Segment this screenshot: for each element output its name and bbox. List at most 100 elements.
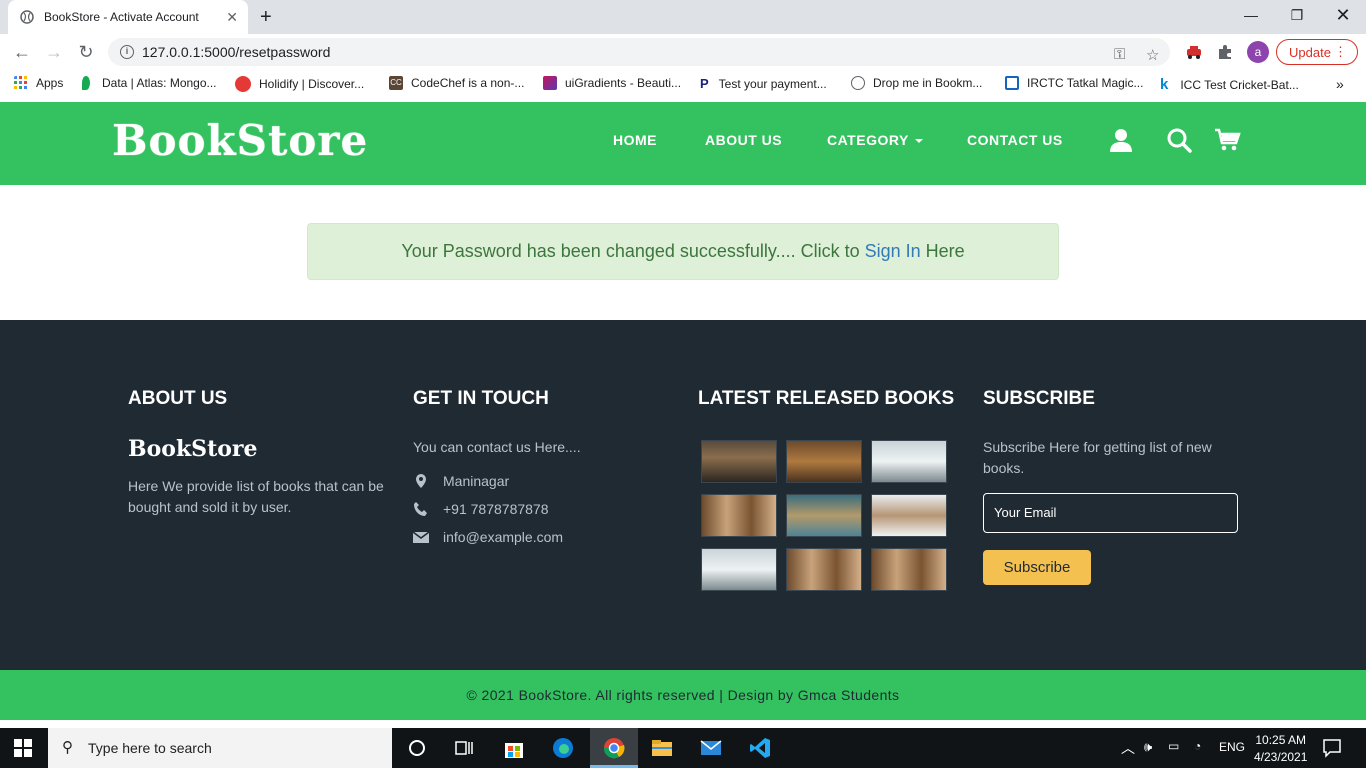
bookmark-apps[interactable]: Apps [14, 76, 63, 90]
contact-address: Maninagar [413, 473, 509, 489]
key-icon[interactable]: ⚿ [1114, 46, 1125, 63]
footer-contact-heading: GET IN TOUCH [413, 388, 549, 409]
holidify-icon [235, 76, 251, 92]
forward-arrow-icon[interactable]: → [44, 42, 64, 62]
bookmark-icc[interactable]: k ICC Test Cricket-Bat... [1160, 76, 1299, 93]
search-icon[interactable] [1165, 126, 1193, 154]
task-view-icon[interactable] [452, 736, 476, 760]
bookmark-codechef[interactable]: CC CodeChef is a non-... [389, 76, 524, 90]
book-thumbnail[interactable] [871, 440, 947, 483]
leaf-icon [82, 76, 90, 90]
site-info-icon[interactable]: i [120, 45, 134, 59]
contact-phone: +91 7878787878 [413, 501, 549, 517]
bookmark-irctc[interactable]: IRCTC Tatkal Magic... [1005, 76, 1143, 90]
site-logo[interactable]: BookStore [112, 116, 368, 165]
tab-title: BookStore - Activate Account [44, 10, 199, 24]
apps-grid-icon [14, 76, 27, 89]
restore-icon[interactable]: ❐ [1274, 0, 1320, 30]
envelope-icon [413, 531, 429, 543]
notification-icon[interactable] [1322, 738, 1342, 758]
sign-in-link[interactable]: Sign In [865, 241, 921, 262]
clock-time: 10:25 AM [1255, 733, 1307, 747]
copyright-bar: © 2021 BookStore. All rights reserved | … [0, 670, 1366, 720]
new-tab-button[interactable]: + [260, 6, 272, 29]
footer-subscribe-heading: SUBSCRIBE [983, 388, 1095, 409]
book-thumbnail[interactable] [786, 440, 862, 483]
bookmarks-bar: Apps Data | Atlas: Mongo... Holidify | D… [0, 70, 1366, 100]
user-icon[interactable] [1107, 126, 1135, 154]
language-indicator[interactable]: ENG [1219, 740, 1245, 754]
codechef-icon: CC [389, 76, 403, 90]
cortana-icon[interactable] [405, 736, 429, 760]
irctc-icon [1005, 76, 1019, 90]
update-button[interactable]: Update ⋮ [1276, 39, 1358, 65]
gradient-icon [543, 76, 557, 90]
footer-contact-intro: You can contact us Here.... [413, 439, 581, 455]
phone-icon [414, 502, 427, 516]
subscribe-button[interactable]: Subscribe [983, 550, 1091, 585]
footer-logo: BookStore [128, 436, 258, 462]
star-icon[interactable]: ☆ [1146, 46, 1159, 64]
tab-close-icon[interactable]: ✕ [226, 9, 238, 26]
bookmark-holidify[interactable]: Holidify | Discover... [235, 76, 364, 92]
cart-icon[interactable] [1213, 126, 1241, 154]
file-explorer-icon[interactable] [650, 736, 674, 760]
wifi-icon[interactable]: ◔ [1194, 739, 1201, 753]
mail-icon[interactable] [699, 736, 723, 760]
edge-icon[interactable] [551, 736, 575, 760]
page-bottom-strip [0, 720, 1366, 728]
address-bar[interactable]: i 127.0.0.1:5000/resetpassword ⚿ ☆ [108, 38, 1170, 66]
profile-avatar[interactable]: a [1247, 41, 1269, 63]
email-field[interactable]: Your Email [983, 493, 1238, 533]
site-footer: ABOUT US BookStore Here We provide list … [0, 320, 1366, 670]
nav-category[interactable]: CATEGORY [827, 132, 923, 148]
book-thumbnail[interactable] [786, 494, 862, 537]
site-header: BookStore HOME ABOUT US CATEGORY CONTACT… [0, 102, 1366, 185]
menu-dots-icon: ⋮ [1334, 44, 1347, 59]
browser-tab-strip: BookStore - Activate Account ✕ + — ❐ ✕ [0, 0, 1366, 34]
book-thumbnail[interactable] [701, 494, 777, 537]
store-icon[interactable] [502, 736, 526, 760]
clock-date: 4/23/2021 [1254, 750, 1308, 764]
nav-contact-us[interactable]: CONTACT US [967, 132, 1063, 148]
extension-car-icon[interactable] [1185, 44, 1203, 60]
volume-icon[interactable]: 🕪 [1144, 739, 1152, 755]
bookmark-uigradients[interactable]: uiGradients - Beauti... [543, 76, 681, 90]
nav-about-us[interactable]: ABOUT US [705, 132, 782, 148]
book-thumbnail[interactable] [786, 548, 862, 591]
footer-subscribe-text: Subscribe Here for getting list of new b… [983, 439, 1212, 476]
windows-start-icon[interactable] [14, 739, 32, 757]
reload-icon[interactable]: ↻ [76, 42, 96, 62]
book-thumbnail[interactable] [871, 494, 947, 537]
nav-home[interactable]: HOME [613, 132, 657, 148]
window-close-icon[interactable]: ✕ [1320, 0, 1366, 30]
chevron-up-icon[interactable]: ︿ [1121, 738, 1135, 758]
map-pin-icon [416, 474, 426, 488]
taskbar-search-input[interactable]: ⚲ Type here to search [48, 728, 392, 768]
success-alert: Your Password has been changed successfu… [307, 223, 1059, 280]
back-arrow-icon[interactable]: ← [12, 42, 32, 62]
bookmark-dropme[interactable]: Drop me in Bookm... [851, 76, 982, 90]
windows-taskbar: ⚲ Type here to search ︿ 🕪 ▭ ◔ ENG 10:25 … [0, 728, 1366, 768]
caret-down-icon [914, 139, 923, 144]
more-bookmarks-icon[interactable]: » [1336, 76, 1344, 92]
url-text: 127.0.0.1:5000/resetpassword [142, 44, 331, 60]
battery-icon[interactable]: ▭ [1168, 739, 1179, 753]
browser-tab[interactable]: BookStore - Activate Account ✕ [8, 0, 248, 34]
book-thumbnail[interactable] [871, 548, 947, 591]
bookmark-payment[interactable]: P Test your payment... [700, 76, 827, 91]
clock[interactable]: 10:25 AM 4/23/2021 [1254, 732, 1307, 766]
minimize-icon[interactable]: — [1228, 0, 1274, 30]
browser-toolbar: ← → ↻ i 127.0.0.1:5000/resetpassword ⚿ ☆ [0, 34, 1366, 70]
extensions-puzzle-icon[interactable] [1217, 44, 1233, 60]
contact-email: info@example.com [413, 529, 563, 545]
book-thumbnail[interactable] [701, 548, 777, 591]
bookmark-mongo[interactable]: Data | Atlas: Mongo... [82, 76, 217, 90]
globe-icon [20, 10, 34, 24]
chrome-taskbar-active[interactable] [590, 728, 638, 768]
vscode-icon[interactable] [748, 736, 772, 760]
paypal-icon: P [700, 76, 709, 91]
book-thumbnail[interactable] [701, 440, 777, 483]
k-icon: k [1160, 76, 1169, 93]
alert-suffix: Here [925, 241, 965, 261]
